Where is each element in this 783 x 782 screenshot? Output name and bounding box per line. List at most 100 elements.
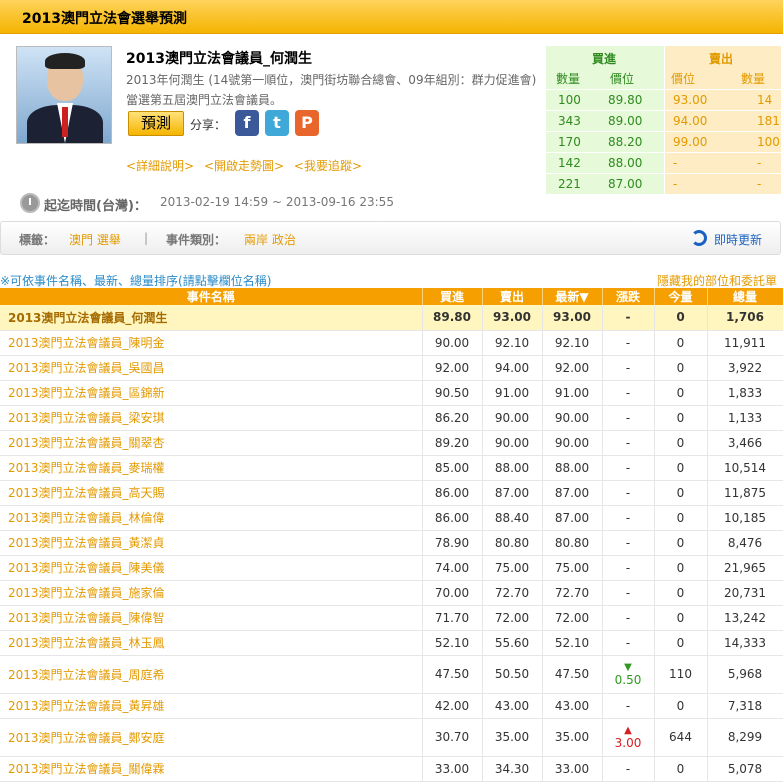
- refresh-button[interactable]: 即時更新: [714, 231, 762, 248]
- event-name-cell[interactable]: 2013澳門立法會議員_黃昇雄: [0, 693, 423, 719]
- event-name-cell[interactable]: 2013澳門立法會議員_鄭安庭: [0, 718, 423, 757]
- change-cell: -: [602, 756, 655, 782]
- last-cell: 75.00: [542, 555, 603, 581]
- table-row[interactable]: 2013澳門立法會議員_鄭安庭 30.70 35.00 35.00 ▲ 3.00 644 8,…: [0, 718, 783, 757]
- event-name-cell[interactable]: 2013澳門立法會議員_梁安琪: [0, 405, 423, 431]
- change-cell: -: [602, 405, 655, 431]
- sell-cell: 34.30: [482, 756, 543, 782]
- change-cell: -: [602, 505, 655, 531]
- today-volume-cell: 0: [654, 530, 708, 556]
- change-cell: -: [602, 693, 655, 719]
- hide-positions-link[interactable]: 隱藏我的部位和委託單: [657, 272, 777, 289]
- event-name-cell[interactable]: 2013澳門立法會議員_高天賜: [0, 480, 423, 506]
- event-table: 事件名稱 買進 賣出 最新▼ 漲跌 今量 總量 2013澳門立法會議員_何潤生 8…: [0, 288, 783, 782]
- buy-price: 88.00: [608, 156, 643, 170]
- table-row[interactable]: 2013澳門立法會議員_施家倫 70.00 72.70 72.70-0 20,731: [0, 580, 783, 606]
- change-cell: -: [602, 430, 655, 456]
- event-name-cell[interactable]: 2013澳門立法會議員_林倫偉: [0, 505, 423, 531]
- last-cell: 92.00: [542, 355, 603, 381]
- event-name-cell[interactable]: 2013澳門立法會議員_周庭希: [0, 655, 423, 694]
- event-name-cell[interactable]: 2013澳門立法會議員_關翠杏: [0, 430, 423, 456]
- buy-qty: 221: [558, 177, 581, 191]
- details-link[interactable]: <詳細說明>: [126, 159, 194, 173]
- buy-price: 89.00: [608, 114, 643, 128]
- table-row[interactable]: 2013澳門立法會議員_陳美儀 74.00 75.00 75.00-0 21,965: [0, 555, 783, 581]
- table-row[interactable]: 2013澳門立法會議員_關偉霖 33.00 34.30 33.00-0 5,078: [0, 756, 783, 782]
- buy-qty: 142: [558, 156, 581, 170]
- table-row[interactable]: 2013澳門立法會議員_周庭希 47.50 50.50 47.50 ▼ 0.50 110 5,…: [0, 655, 783, 694]
- facebook-icon[interactable]: f: [235, 110, 259, 136]
- buy-price: 87.00: [608, 177, 643, 191]
- event-name-cell[interactable]: 2013澳門立法會議員_陳美儀: [0, 555, 423, 581]
- track-link[interactable]: <我要追蹤>: [294, 159, 362, 173]
- total-volume-cell: 3,922: [707, 355, 783, 381]
- last-cell: 91.00: [542, 380, 603, 406]
- buy-cell: 86.00: [422, 480, 483, 506]
- event-name-cell[interactable]: 2013澳門立法會議員_施家倫: [0, 580, 423, 606]
- event-name-cell[interactable]: 2013澳門立法會議員_陳偉智: [0, 605, 423, 631]
- table-row[interactable]: 2013澳門立法會議員_陳偉智 71.70 72.00 72.00-0 13,242: [0, 605, 783, 631]
- event-name-cell[interactable]: 2013澳門立法會議員_麥瑞權: [0, 455, 423, 481]
- table-row[interactable]: 2013澳門立法會議員_梁安琪 86.20 90.00 90.00-0 1,133: [0, 405, 783, 431]
- change-cell: -: [602, 605, 655, 631]
- col-today-volume: 今量: [654, 288, 708, 305]
- table-row[interactable]: 2013澳門立法會議員_麥瑞權 85.00 88.00 88.00-0 10,514: [0, 455, 783, 481]
- event-name-cell[interactable]: 2013澳門立法會議員_何潤生: [0, 305, 423, 331]
- event-name-cell[interactable]: 2013澳門立法會議員_陳明金: [0, 330, 423, 356]
- table-row[interactable]: 2013澳門立法會議員_關翠杏 89.20 90.00 90.00-0 3,466: [0, 430, 783, 456]
- buy-cell: 78.90: [422, 530, 483, 556]
- total-volume-cell: 11,875: [707, 480, 783, 506]
- event-description: 2013年何潤生 (14號第一順位，澳門街坊聯合總會、09年組別：群力促進會)當…: [126, 73, 537, 107]
- change-cell: -: [602, 580, 655, 606]
- predict-button[interactable]: 預測: [128, 111, 184, 136]
- sell-qty: 100: [757, 135, 780, 149]
- buy-cell: 74.00: [422, 555, 483, 581]
- total-volume-cell: 14,333: [707, 630, 783, 656]
- sell-price: 93.00: [673, 93, 708, 107]
- change-cell: -: [602, 380, 655, 406]
- order-book-row: 100 89.80: [546, 89, 664, 110]
- table-row[interactable]: 2013澳門立法會議員_黃昇雄 42.00 43.00 43.00-0 7,318: [0, 693, 783, 719]
- refresh-icon[interactable]: [691, 230, 707, 246]
- today-volume-cell: 0: [654, 756, 708, 782]
- time-label: 起迄時間(台灣)：: [44, 199, 147, 214]
- today-volume-cell: 0: [654, 305, 708, 331]
- event-name-cell[interactable]: 2013澳門立法會議員_區錦新: [0, 380, 423, 406]
- table-row[interactable]: 2013澳門立法會議員_林倫偉 86.00 88.40 87.00-0 10,185: [0, 505, 783, 531]
- tag-value[interactable]: 澳門 選舉: [69, 231, 121, 248]
- sell-header: 賣出: [709, 52, 734, 66]
- page-title: 2013澳門立法會選舉預測: [22, 11, 187, 27]
- event-name-cell[interactable]: 2013澳門立法會議員_林玉鳳: [0, 630, 423, 656]
- sell-cell: 55.60: [482, 630, 543, 656]
- today-volume-cell: 0: [654, 380, 708, 406]
- category-value[interactable]: 兩岸 政治: [244, 231, 296, 248]
- today-volume-cell: 0: [654, 355, 708, 381]
- sell-price-header: 價位: [671, 72, 696, 86]
- plurk-icon[interactable]: P: [295, 110, 319, 136]
- table-row[interactable]: 2013澳門立法會議員_林玉鳳 52.10 55.60 52.10-0 14,333: [0, 630, 783, 656]
- col-event-name[interactable]: 事件名稱: [0, 288, 423, 305]
- sell-cell: 92.10: [482, 330, 543, 356]
- sell-qty-header: 數量: [741, 72, 766, 86]
- buy-header: 買進: [592, 52, 617, 66]
- table-row[interactable]: 2013澳門立法會議員_黃潔貞 78.90 80.80 80.80-0 8,476: [0, 530, 783, 556]
- table-row[interactable]: 2013澳門立法會議員_吳國昌 92.00 94.00 92.00-0 3,922: [0, 355, 783, 381]
- table-row[interactable]: 2013澳門立法會議員_何潤生 89.80 93.00 93.00-0 1,706: [0, 305, 783, 331]
- col-buy: 買進: [422, 288, 483, 305]
- twitter-icon[interactable]: t: [265, 110, 289, 136]
- col-last[interactable]: 最新▼: [542, 288, 603, 305]
- sell-cell: 80.80: [482, 530, 543, 556]
- order-book-row: 170 88.20: [546, 131, 664, 152]
- event-name-cell[interactable]: 2013澳門立法會議員_吳國昌: [0, 355, 423, 381]
- col-total-volume[interactable]: 總量: [707, 288, 783, 305]
- table-row[interactable]: 2013澳門立法會議員_陳明金 90.00 92.10 92.10-0 11,911: [0, 330, 783, 356]
- order-book-row: 343 89.00: [546, 110, 664, 131]
- event-name-cell[interactable]: 2013澳門立法會議員_黃潔貞: [0, 530, 423, 556]
- table-row[interactable]: 2013澳門立法會議員_高天賜 86.00 87.00 87.00-0 11,875: [0, 480, 783, 506]
- table-row[interactable]: 2013澳門立法會議員_區錦新 90.50 91.00 91.00-0 1,833: [0, 380, 783, 406]
- today-volume-cell: 0: [654, 580, 708, 606]
- sell-qty: -: [757, 177, 762, 191]
- chart-link[interactable]: <開啟走勢圖>: [204, 159, 284, 173]
- total-volume-cell: 11,911: [707, 330, 783, 356]
- event-name-cell[interactable]: 2013澳門立法會議員_關偉霖: [0, 756, 423, 782]
